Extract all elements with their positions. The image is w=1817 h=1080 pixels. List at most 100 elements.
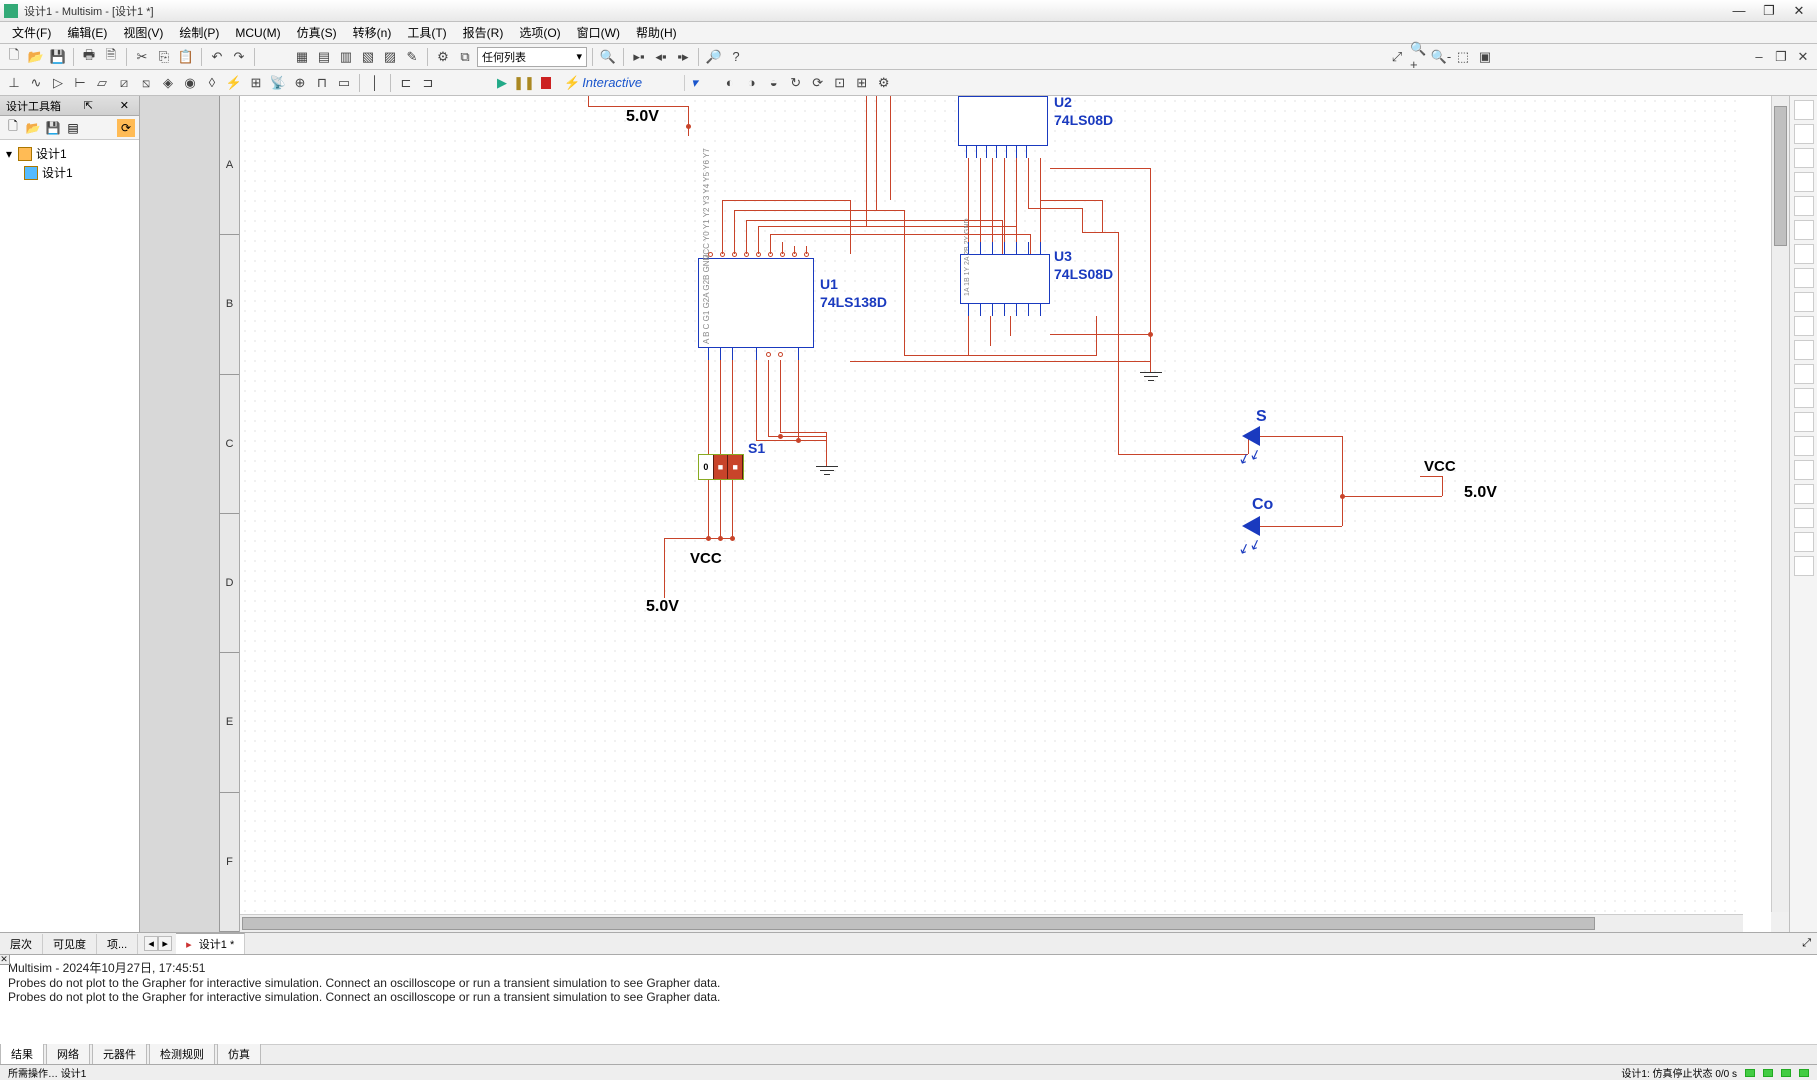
horizontal-scrollbar[interactable] (240, 914, 1743, 932)
menu-file[interactable]: 文件(F) (4, 22, 59, 43)
pause-button[interactable]: ❚❚ (514, 73, 534, 93)
grid4-button[interactable]: ▧ (358, 47, 378, 67)
hier2-button[interactable]: ⊐ (418, 73, 438, 93)
sheet-button[interactable]: ▨ (380, 47, 400, 67)
scroll-thumb[interactable] (242, 917, 1595, 930)
copy-button[interactable]: ⎘ (154, 47, 174, 67)
close-panel-button[interactable]: ✕ (116, 99, 133, 112)
tab-visibility[interactable]: 可见度 (43, 934, 97, 954)
menu-mcu[interactable]: MCU(M) (227, 24, 288, 42)
step-back-button[interactable]: ◂▪ (651, 47, 671, 67)
menu-options[interactable]: 选项(O) (511, 22, 568, 43)
u3-body[interactable] (960, 254, 1050, 304)
analysis-e-button[interactable]: ⟳ (808, 73, 828, 93)
menu-simulate[interactable]: 仿真(S) (289, 22, 345, 43)
menu-tools[interactable]: 工具(T) (399, 22, 454, 43)
place-trans-button[interactable]: ⊢ (70, 73, 90, 93)
place-mix-button[interactable]: ◉ (180, 73, 200, 93)
output-tab-components[interactable]: 元器件 (92, 1043, 147, 1064)
mdi-max-button[interactable]: ❐ (1771, 47, 1791, 67)
tbx-view-icon[interactable]: ▤ (64, 119, 82, 137)
bode-icon[interactable] (1794, 220, 1814, 240)
hier-button[interactable]: ⊏ (396, 73, 416, 93)
place-ind-button[interactable]: ◊ (202, 73, 222, 93)
freq-counter-icon[interactable] (1794, 244, 1814, 264)
place-source-button[interactable]: ∿ (26, 73, 46, 93)
save-button[interactable]: 💾 (48, 47, 68, 67)
wattmeter-icon[interactable] (1794, 148, 1814, 168)
dip-switch[interactable]: 0■■ (698, 454, 744, 480)
tree-child[interactable]: 设计1 (24, 163, 135, 182)
probe-button[interactable]: 🔍 (598, 47, 618, 67)
scroll-left-button[interactable]: ◂ (144, 936, 158, 951)
iv-analyzer-icon[interactable] (1794, 340, 1814, 360)
scroll-right-button[interactable]: ▸ (158, 936, 172, 951)
menu-reports[interactable]: 报告(R) (455, 22, 512, 43)
minimize-button[interactable]: — (1725, 2, 1753, 20)
menu-draw[interactable]: 绘制(P) (171, 22, 227, 43)
place-conn-button[interactable]: ⊓ (312, 73, 332, 93)
mdi-min-button[interactable]: – (1749, 47, 1769, 67)
schematic-canvas[interactable]: 5.0V U2 74LS08D U1 74LS138D VCC Y0 Y1 Y2… (240, 96, 1743, 912)
analysis-g-button[interactable]: ⊞ (852, 73, 872, 93)
vertical-scrollbar[interactable] (1771, 96, 1789, 912)
pin-icon[interactable]: ⇱ (84, 99, 93, 112)
place-rf-button[interactable]: 📡 (268, 73, 288, 93)
tab-items[interactable]: 项... (97, 934, 138, 954)
menu-help[interactable]: 帮助(H) (628, 22, 685, 43)
logic-analyzer-icon[interactable] (1794, 292, 1814, 312)
grid2-button[interactable]: ▤ (314, 47, 334, 67)
funcgen-icon[interactable] (1794, 124, 1814, 144)
menu-view[interactable]: 视图(V) (115, 22, 171, 43)
analysis-d-button[interactable]: ↻ (786, 73, 806, 93)
analysis-f-button[interactable]: ⊡ (830, 73, 850, 93)
agilent-scope-icon[interactable] (1794, 484, 1814, 504)
output-tab-simulation[interactable]: 仿真 (217, 1043, 261, 1064)
run-button[interactable]: ▶ (492, 73, 512, 93)
word-gen-icon[interactable] (1794, 268, 1814, 288)
fullscreen-button[interactable]: ▣ (1475, 47, 1495, 67)
tree-root[interactable]: ▾ 设计1 (4, 144, 135, 163)
preview-button[interactable]: 🗎 (101, 47, 121, 67)
zoom-out-button[interactable]: 🔍- (1431, 47, 1451, 67)
output-tab-rules[interactable]: 检测规则 (149, 1043, 215, 1064)
list-combo[interactable]: 任何列表 ▾ (477, 47, 587, 67)
menu-window[interactable]: 窗口(W) (569, 22, 628, 43)
paste-button[interactable]: 📋 (176, 47, 196, 67)
tool-c-button[interactable]: ⧉ (455, 47, 475, 67)
stop-button[interactable] (536, 73, 556, 93)
place-em-button[interactable]: ⊕ (290, 73, 310, 93)
u1-body[interactable] (698, 258, 814, 348)
tool-b-button[interactable]: ⚙ (433, 47, 453, 67)
agilent-fg-icon[interactable] (1794, 436, 1814, 456)
current-probe-icon[interactable] (1794, 556, 1814, 576)
zoom-region-button[interactable]: ⬚ (1453, 47, 1473, 67)
tool-a-button[interactable]: ✎ (402, 47, 422, 67)
open-button[interactable]: 📂 (26, 47, 46, 67)
analysis-a-button[interactable]: ◐ (720, 73, 740, 93)
place-basic-button[interactable]: ⊥ (4, 73, 24, 93)
print-button[interactable]: 🖶 (79, 47, 99, 67)
close-button[interactable]: ✕ (1785, 2, 1813, 20)
menu-edit[interactable]: 编辑(E) (59, 22, 115, 43)
find-button[interactable]: 🔎 (704, 47, 724, 67)
place-misc-button[interactable]: ◈ (158, 73, 178, 93)
tek-scope-icon[interactable] (1794, 508, 1814, 528)
agilent-mm-icon[interactable] (1794, 460, 1814, 480)
step-fwd-button[interactable]: ▪▸ (673, 47, 693, 67)
place-cmos-button[interactable]: ⧅ (136, 73, 156, 93)
sheet-tab[interactable]: ▸ 设计1 * (176, 933, 245, 954)
tbx-refresh-icon[interactable]: ⟳ (117, 119, 135, 137)
maximize-button[interactable]: ❐ (1755, 2, 1783, 20)
cut-button[interactable]: ✂ (132, 47, 152, 67)
labview-icon[interactable] (1794, 532, 1814, 552)
place-mcu-button[interactable]: ▭ (334, 73, 354, 93)
output-tab-nets[interactable]: 网络 (46, 1043, 90, 1064)
place-ttl-button[interactable]: ⧄ (114, 73, 134, 93)
place-diode-button[interactable]: ▷ (48, 73, 68, 93)
place-misc2-button[interactable]: ⊞ (246, 73, 266, 93)
tbx-open-icon[interactable]: 📂 (24, 119, 42, 137)
close-output-button[interactable]: ✕ (0, 954, 10, 965)
probe-co-arrow[interactable] (1242, 516, 1260, 536)
mdi-close-button[interactable]: ✕ (1793, 47, 1813, 67)
